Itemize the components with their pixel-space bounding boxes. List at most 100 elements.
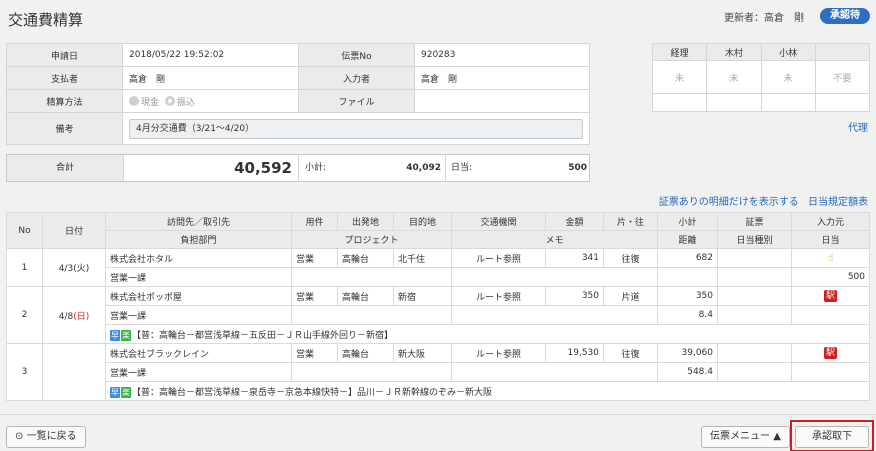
approver-header: 木村 (706, 43, 762, 61)
entered-by-label: 入力者 (298, 66, 415, 90)
row-source: 駅 (791, 343, 870, 363)
row-receipt (717, 286, 792, 306)
row-route: 早楽【普：高輪台－都営浅草線－泉岳寺－京急本線快特－】品川－ＪＲ新幹線のぞみ－新… (105, 381, 870, 401)
row-transport: ルート参照 (451, 248, 546, 268)
row-client: 株式会社ホタル (105, 248, 292, 268)
daily-rules-link[interactable]: 日当規定額表 (808, 197, 868, 208)
table-row[interactable]: 3 株式会社ブラックレイン 営業 高輪台 新大阪 ルート参照 19,530 往復… (6, 343, 870, 401)
row-from: 高輪台 (337, 248, 394, 268)
route-text: 【普：高輪台－都営浅草線－五反田－ＪＲ山手線外回り－新宿】 (132, 330, 394, 341)
circle-left-arrow-icon: ⊙ (15, 431, 24, 442)
row-purpose: 営業 (291, 248, 338, 268)
approval-status: 未 (651, 60, 708, 94)
header-daily-type: 日当種別 (717, 230, 792, 249)
row-memo (451, 305, 658, 325)
row-transport: ルート参照 (451, 286, 546, 306)
approval-table: 経理 木村 小林 未 未 未 不要 (651, 43, 871, 112)
row-amount: 341 (545, 248, 604, 268)
table-row[interactable]: 営業一課 500 (7, 267, 870, 287)
file-label: ファイル (298, 89, 415, 113)
row-date: 4/3(火) (42, 248, 106, 287)
approval-stamp (760, 93, 816, 112)
daily-value: 500 (568, 163, 587, 173)
row-trip: 往復 (603, 248, 658, 268)
voucher-menu-button[interactable]: 伝票メニュー ▲ (701, 426, 790, 448)
subtotal-label: 小計: (305, 163, 327, 173)
cheap-route-tag: 楽 (121, 386, 131, 398)
header-transport: 交通機関 (451, 212, 546, 231)
route-text: 【普：高輪台－都営浅草線－泉岳寺－京急本線快特－】品川－ＪＲ新幹線のぞみ－新大阪 (132, 387, 493, 398)
updater-label: 更新者：高倉 剛 (724, 13, 804, 24)
header-distance: 距離 (657, 230, 718, 249)
proxy-link[interactable]: 代理 (848, 119, 868, 134)
total-amount: 40,592 (123, 155, 299, 181)
total-panel: 合計 40,592 小計: 40,092 日当: 500 (6, 154, 590, 182)
fast-route-tag: 早 (110, 386, 120, 398)
row-amount: 19,530 (545, 343, 604, 363)
row-receipt (717, 248, 792, 268)
row-to: 新大阪 (393, 343, 452, 363)
application-date-label: 申請日 (6, 43, 123, 67)
row-distance (657, 267, 718, 287)
cash-radio-label: 現金 (141, 97, 160, 108)
header-from: 出発地 (337, 212, 394, 231)
cash-radio[interactable] (129, 96, 139, 106)
file-value[interactable] (414, 89, 590, 113)
pointing-hand-icon: ☝ (827, 251, 834, 264)
header-project: プロジェクト (291, 230, 452, 249)
cheap-route-tag: 楽 (121, 329, 131, 341)
row-no: 1 (6, 248, 43, 287)
table-row[interactable]: 営業一課 548.4 (7, 362, 870, 382)
back-to-list-button[interactable]: ⊙ 一覧に戻る (6, 426, 86, 448)
page-title: 交通費精算 (8, 11, 84, 29)
row-client: 株式会社ポッポ屋 (105, 286, 292, 306)
row-subtotal: 682 (657, 248, 718, 268)
station-badge: 駅 (823, 347, 837, 359)
header-daily: 日当 (791, 230, 870, 249)
header-date: 日付 (42, 212, 106, 249)
withdraw-highlight: 承認取下 (790, 420, 874, 451)
table-row[interactable]: 早楽【普：高輪台－都営浅草線－五反田－ＪＲ山手線外回り－新宿】 (7, 324, 870, 344)
station-badge: 駅 (823, 290, 837, 302)
entered-by-value: 高倉 剛 (414, 66, 590, 90)
application-date-value: 2018/05/22 19:52:02 (122, 43, 299, 67)
row-daily-type (717, 267, 792, 287)
table-row[interactable]: 1 4/3(火) 株式会社ホタル 営業 高輪台 北千住 ルート参照 341 往復… (6, 248, 870, 287)
table-row[interactable]: 2 4/8(日) 株式会社ポッポ屋 営業 高輪台 新宿 ルート参照 350 片道… (6, 286, 870, 344)
subtotal-value: 40,092 (406, 163, 441, 173)
approval-stamp (651, 93, 708, 112)
row-purpose: 営業 (291, 343, 338, 363)
row-memo (451, 362, 658, 382)
row-date: 4/8(日) (42, 286, 106, 344)
receipts-only-link[interactable]: 証票ありの明細だけを表示する (659, 197, 799, 208)
transfer-radio[interactable] (165, 96, 176, 106)
approval-stamp (814, 93, 871, 112)
table-row[interactable]: 早楽【普：高輪台－都営浅草線－泉岳寺－京急本線快特－】品川－ＪＲ新幹線のぞみ－新… (7, 381, 870, 401)
menu-button-label: 伝票メニュー (710, 431, 770, 442)
row-trip: 往復 (603, 343, 658, 363)
note-label: 備考 (6, 112, 123, 145)
voucher-no-value: 920283 (414, 43, 590, 67)
weekday-text: (火) (73, 264, 90, 274)
row-to: 北千住 (393, 248, 452, 268)
row-dept: 営業一課 (105, 267, 292, 287)
row-amount: 350 (545, 286, 604, 306)
row-client: 株式会社ブラックレイン (105, 343, 292, 363)
approval-stamp (706, 93, 762, 112)
note-field[interactable]: 4月分交通費（3/21～4/20） (129, 118, 583, 139)
header-trip: 片・往 (603, 212, 658, 231)
approval-status: 不要 (814, 60, 871, 94)
detail-table: No 日付 訪問先／取引先 用件 出発地 目的地 交通機関 金額 片・往 小計 … (6, 212, 870, 401)
row-dept: 営業一課 (105, 362, 292, 382)
date-text: 4/3 (58, 264, 74, 274)
row-transport: ルート参照 (451, 343, 546, 363)
header-to: 目的地 (393, 212, 452, 231)
withdraw-approval-button[interactable]: 承認取下 (795, 426, 869, 448)
row-date (42, 343, 106, 401)
row-subtotal: 350 (657, 286, 718, 306)
header-dept: 負担部門 (105, 230, 292, 249)
detail-links: 証票ありの明細だけを表示する 日当規定額表 (653, 193, 868, 208)
table-row[interactable]: 営業一課 8.4 (7, 305, 870, 325)
row-daily: 500 (791, 267, 870, 287)
approver-header: 経理 (651, 43, 708, 61)
